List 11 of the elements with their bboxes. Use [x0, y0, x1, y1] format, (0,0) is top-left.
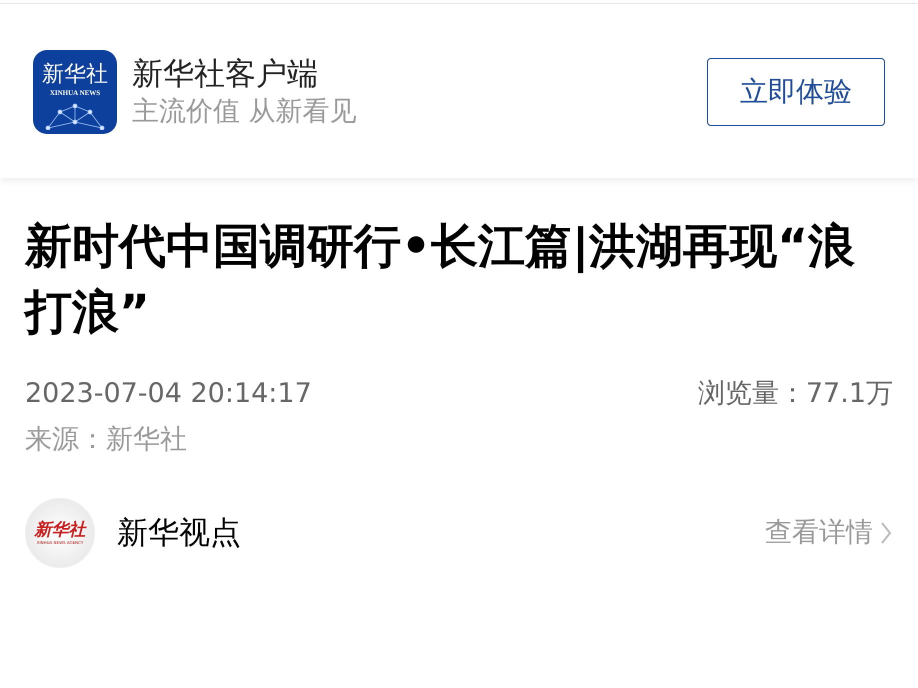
app-title: 新华社客户端 [132, 55, 319, 94]
try-now-button[interactable]: 立即体验 [707, 58, 885, 126]
view-count: 浏览量：77.1万 [698, 377, 893, 411]
app-slogan: 主流价值 从新看见 [132, 95, 357, 129]
article-headline: 新时代中国调研行•长江篇|洪湖再现“浪打浪” [25, 218, 856, 342]
account-name: 新华视点 [117, 514, 241, 553]
logo-text: 新华社 [42, 62, 108, 88]
publish-date: 2023-07-04 20:14:17 [25, 377, 312, 411]
logo-text: 新华社 [34, 520, 86, 540]
article-source: 来源：新华社 [25, 423, 188, 457]
chevron-right-icon [879, 520, 893, 546]
